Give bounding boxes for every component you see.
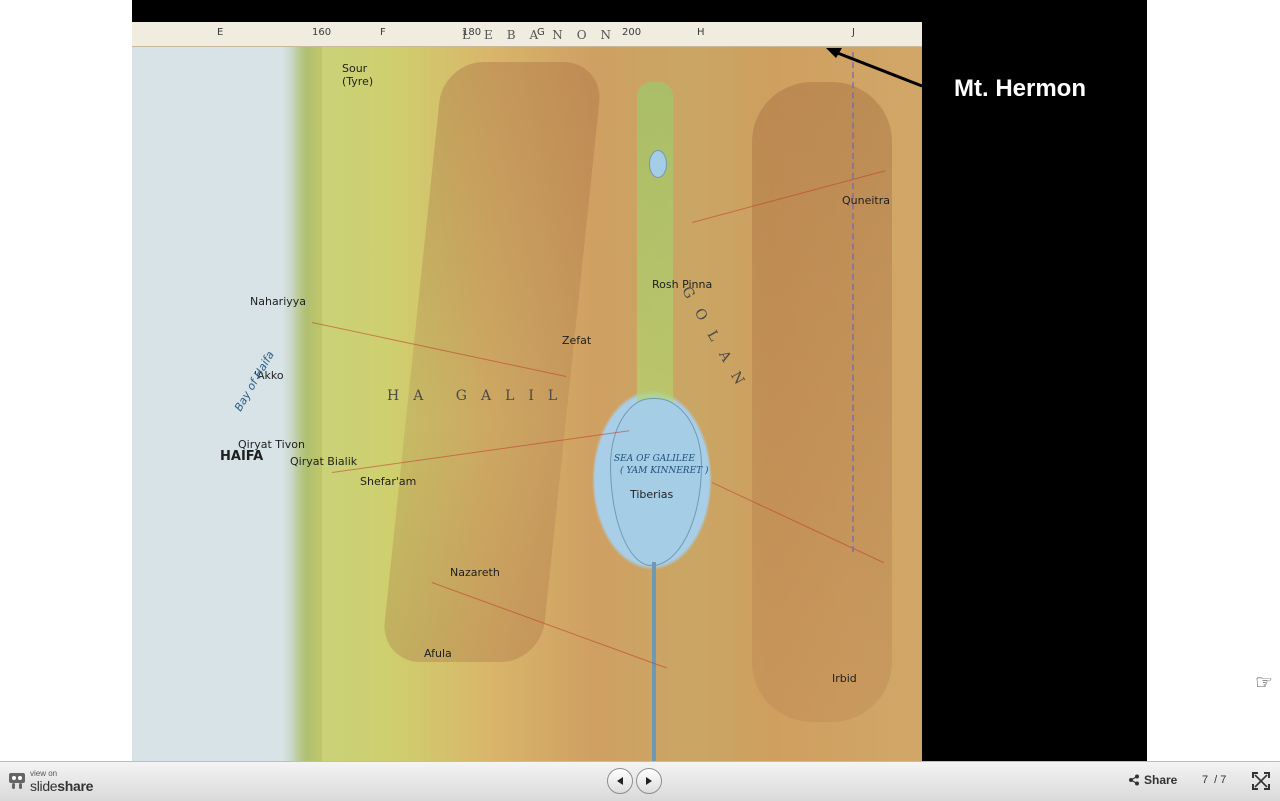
lake-subname: ( YAM KINNERET ) xyxy=(620,466,709,476)
lake-hula xyxy=(649,150,667,178)
map-image: E 160 F 180 G 200 H J LEBANON Sour (Tyre… xyxy=(132,22,922,761)
triangle-left-icon xyxy=(617,777,623,785)
page-indicator: 7 / 7 xyxy=(1202,774,1232,786)
place-tiberias: Tiberias xyxy=(630,488,674,501)
hand-cursor-icon: ☞ xyxy=(1255,672,1273,694)
slideshare-logo-icon xyxy=(9,773,25,789)
region-golan: GOLAN xyxy=(678,284,755,400)
border-line xyxy=(852,52,854,552)
triangle-right-icon xyxy=(646,777,652,785)
brand-name-light: slide xyxy=(30,778,58,794)
region-hagalil: HA GALIL xyxy=(387,388,572,404)
hula-valley xyxy=(637,82,673,442)
brand-name: slideshare xyxy=(30,779,93,793)
slide-canvas: E 160 F 180 G 200 H J LEBANON Sour (Tyre… xyxy=(132,0,1147,761)
slideshare-toolbar: view on slideshare Share 7 / 7 xyxy=(0,761,1280,801)
place-zefat: Zefat xyxy=(562,334,592,347)
place-qiryat-tivon: Qiryat Tivon xyxy=(238,438,305,451)
golan-heights xyxy=(752,82,892,722)
place-nahariyya: Nahariyya xyxy=(250,295,307,308)
total-pages: / 7 xyxy=(1214,774,1227,786)
coastline xyxy=(282,22,322,761)
previous-slide-button[interactable] xyxy=(607,768,633,794)
place-sour: Sour (Tyre) xyxy=(342,62,374,88)
place-nazareth: Nazareth xyxy=(450,566,500,579)
next-slide-button[interactable] xyxy=(636,768,662,794)
grid-letter-j: J xyxy=(852,27,855,38)
share-icon xyxy=(1129,774,1139,786)
place-afula: Afula xyxy=(424,647,452,660)
share-button[interactable]: Share xyxy=(1128,773,1177,787)
place-qiryat-bialik: Qiryat Bialik xyxy=(290,455,358,468)
share-label: Share xyxy=(1144,773,1178,787)
place-shefaram: Shefar'am xyxy=(360,475,417,488)
grid-letter-e: E xyxy=(217,27,224,38)
mt-hermon-label: Mt. Hermon xyxy=(954,75,1086,102)
brand-name-bold: share xyxy=(57,778,94,794)
country-label: LEBANON xyxy=(462,28,626,42)
place-irbid: Irbid xyxy=(832,672,857,685)
grid-letter-f: F xyxy=(380,27,386,38)
current-page: 7 xyxy=(1202,774,1209,786)
place-haifa: HAIFA xyxy=(220,449,264,464)
lake-name: SEA OF GALILEE xyxy=(614,454,695,464)
grid-number: 160 xyxy=(312,27,332,38)
place-quneitra: Quneitra xyxy=(842,194,891,207)
fullscreen-icon[interactable] xyxy=(1252,772,1270,790)
grid-letter-h: H xyxy=(697,27,705,38)
sea-of-galilee xyxy=(610,398,702,566)
slideshare-brand-link[interactable]: view on slideshare xyxy=(8,769,93,793)
